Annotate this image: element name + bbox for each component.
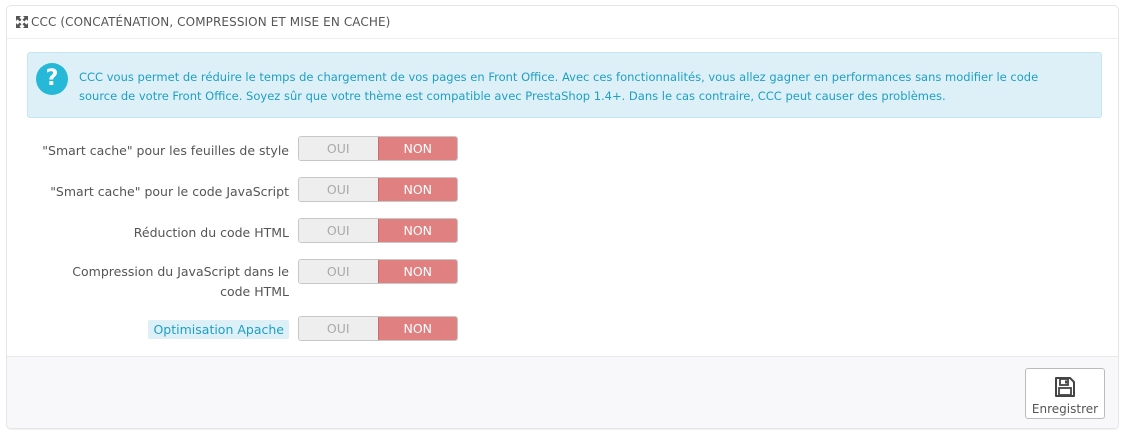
toggle-oui-option[interactable]: OUI: [299, 219, 378, 242]
save-button-label: Enregistrer: [1031, 402, 1099, 416]
toggle-oui-option[interactable]: OUI: [299, 137, 378, 160]
panel-title: CCC (CONCATÉNATION, COMPRESSION ET MISE …: [31, 15, 391, 29]
toggle-js-compression: OUI NON: [298, 259, 458, 284]
option-label: "Smart cache" pour les feuilles de style: [42, 143, 289, 158]
panel-heading: CCC (CONCATÉNATION, COMPRESSION ET MISE …: [7, 6, 1118, 39]
option-label: Optimisation Apache: [148, 320, 289, 339]
option-label: Réduction du code HTML: [133, 225, 289, 240]
toggle-oui-option[interactable]: OUI: [299, 178, 378, 201]
toggle-apache: OUI NON: [298, 316, 458, 341]
option-label: Compression du JavaScript dans le code H…: [72, 264, 289, 299]
toggle-html-reduction: OUI NON: [298, 218, 458, 243]
toggle-non-option[interactable]: NON: [377, 137, 457, 160]
save-button[interactable]: Enregistrer: [1025, 368, 1105, 419]
ccc-panel: CCC (CONCATÉNATION, COMPRESSION ET MISE …: [6, 5, 1119, 429]
expand-arrows-icon: [16, 16, 28, 28]
option-label-tooltip[interactable]: Optimisation Apache: [27, 320, 289, 340]
alert-text: CCC vous permet de réduire le temps de c…: [79, 70, 1039, 103]
question-icon: ?: [36, 63, 68, 95]
info-alert: ? CCC vous permet de réduire le temps de…: [27, 52, 1102, 118]
toggle-non-option[interactable]: NON: [377, 219, 457, 242]
option-label: "Smart cache" pour le code JavaScript: [50, 184, 289, 199]
toggle-smart-cache-css: OUI NON: [298, 136, 458, 161]
panel-footer: Enregistrer: [7, 356, 1118, 428]
toggle-smart-cache-js: OUI NON: [298, 177, 458, 202]
toggle-non-option[interactable]: NON: [377, 178, 457, 201]
toggle-non-option[interactable]: NON: [377, 317, 457, 340]
toggle-oui-option[interactable]: OUI: [299, 260, 378, 283]
toggle-non-option[interactable]: NON: [377, 260, 457, 283]
toggle-oui-option[interactable]: OUI: [299, 317, 378, 340]
floppy-disk-icon: [1055, 377, 1075, 397]
